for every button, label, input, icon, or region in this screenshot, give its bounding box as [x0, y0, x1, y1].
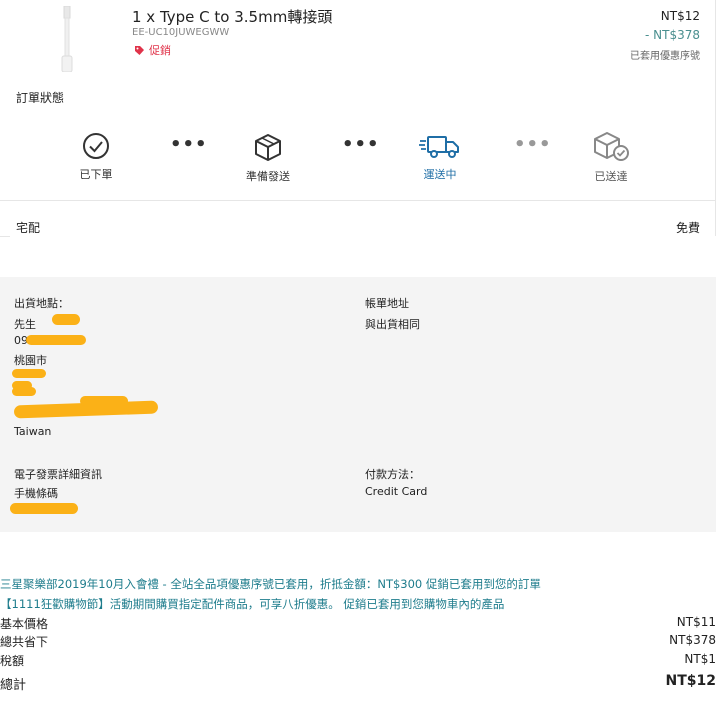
- tag-icon: [135, 45, 144, 55]
- delivered-box-icon: [594, 132, 629, 161]
- step-preparing: 準備發送: [223, 132, 313, 184]
- name-prefix: 先生: [14, 318, 36, 331]
- step-separator: •••: [342, 134, 380, 155]
- tax-label: 稅額: [0, 654, 25, 668]
- redaction: [12, 387, 36, 396]
- redaction: [52, 314, 80, 325]
- payment-method-value: Credit Card: [365, 485, 428, 498]
- tax-value: NT$1: [684, 652, 716, 666]
- base-price-value: NT$11: [676, 615, 716, 629]
- redaction: [12, 369, 46, 378]
- check-circle-icon: [83, 133, 109, 159]
- product-sku: EE-UC10JUWEGWW: [132, 27, 230, 38]
- recipient-name: 先生: [14, 316, 36, 332]
- divider: [0, 200, 716, 201]
- divider: [0, 236, 10, 237]
- billing-address-value: 與出貨相同: [365, 318, 420, 331]
- step-ordered-label: 已下單: [79, 168, 113, 181]
- step-preparing-label: 準備發送: [246, 170, 290, 183]
- promotion-line[interactable]: 三星聚樂部2019年10月入會禮 - 全站全品項優惠序號已套用，折抵金額：NT$…: [0, 576, 541, 592]
- product-name[interactable]: 1 x Type C to 3.5mm轉接頭: [132, 6, 332, 27]
- billing-address-label: 帳單地址: [365, 297, 409, 310]
- promo-tag-label: 促銷: [149, 44, 171, 57]
- ship-from-label: 出貨地點：: [14, 297, 69, 310]
- step-ordered: 已下單: [51, 132, 141, 182]
- base-price-label: 基本價格: [0, 617, 49, 631]
- product-price: NT$12: [660, 9, 700, 23]
- payment-method-label: 付款方法：: [365, 468, 420, 481]
- shipping-method: 宅配: [16, 221, 41, 235]
- step-delivered: 已送達: [566, 130, 656, 184]
- box-icon: [255, 134, 281, 161]
- step-separator: •••: [170, 134, 208, 155]
- promo-tag: 促銷: [134, 42, 171, 58]
- address-country: Taiwan: [14, 425, 52, 438]
- product-discount: - NT$378: [645, 28, 700, 42]
- total-value: NT$12: [665, 673, 717, 689]
- order-status-title: 訂單狀態: [16, 91, 65, 105]
- truck-icon: [419, 136, 459, 158]
- product-thumbnail: [52, 5, 82, 73]
- total-saved-value: NT$378: [669, 633, 716, 647]
- redaction: [10, 503, 78, 514]
- invoice-type: 手機條碼: [14, 487, 58, 500]
- coupon-applied-note: 已套用優惠序號: [630, 51, 700, 62]
- step-shipping: 運送中: [395, 132, 485, 182]
- redaction: [26, 335, 86, 345]
- invoice-details-label: 電子發票詳細資訊: [14, 468, 102, 481]
- address-city: 桃園市: [14, 354, 47, 367]
- total-saved-label: 總共省下: [0, 635, 49, 649]
- step-delivered-label: 已送達: [594, 170, 628, 183]
- shipping-fee: 免費: [675, 221, 700, 235]
- step-shipping-label: 運送中: [423, 168, 457, 181]
- redaction: [80, 396, 128, 406]
- promotion-line[interactable]: 【1111狂歡購物節】活動期間購買指定配件商品，可享八折優惠。 促銷已套用到您購…: [0, 596, 504, 612]
- total-label: 總計: [0, 678, 27, 693]
- step-separator: •••: [514, 134, 552, 155]
